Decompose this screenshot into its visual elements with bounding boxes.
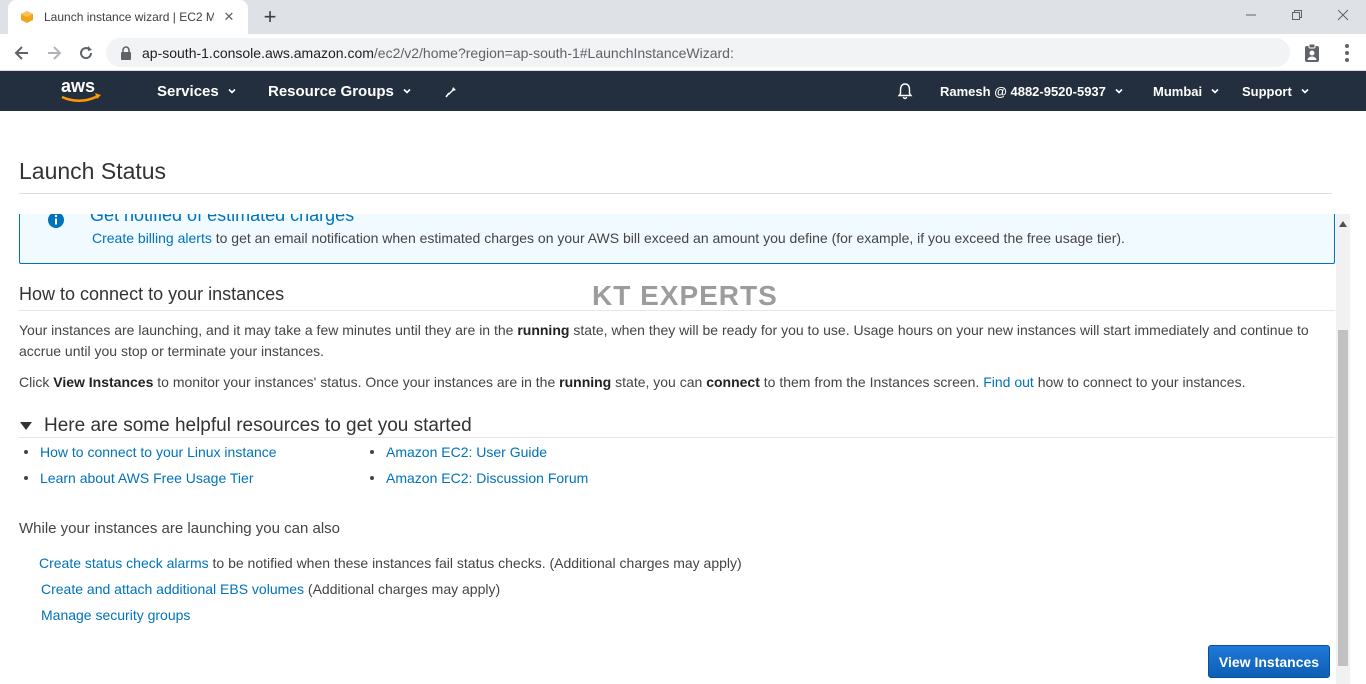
account-label: Ramesh @ 4882-9520-5937 [940,83,1106,99]
resource-link-user-guide[interactable]: Amazon EC2: User Guide [370,444,547,460]
kebab-menu-icon[interactable] [1336,42,1358,64]
billing-alert-info-box: Get notified of estimated charges Create… [19,214,1335,264]
find-out-link[interactable]: Find out [983,374,1034,390]
browser-tabstrip: Launch instance wizard | EC2 Management … [0,0,1366,34]
url-text: ap-south-1.console.aws.amazon.com/ec2/v2… [142,44,734,61]
close-window-icon[interactable] [1320,0,1366,30]
services-label: Services [157,82,219,100]
address-bar[interactable]: ap-south-1.console.aws.amazon.com/ec2/v2… [106,38,1290,67]
lock-icon [121,45,131,60]
content-scrollbar[interactable] [1336,214,1350,684]
support-label: Support [1242,83,1292,99]
security-groups-row: Manage security groups [41,607,190,623]
browser-toolbar: ap-south-1.console.aws.amazon.com/ec2/v2… [0,34,1366,71]
create-ebs-volumes-link[interactable]: Create and attach additional EBS volumes [41,581,304,597]
extension-clipboard-icon[interactable] [1301,42,1323,64]
page-title: Launch Status [19,158,167,184]
resource-link-discussion-forum[interactable]: Amazon EC2: Discussion Forum [370,470,588,486]
resources-section-toggle[interactable]: Here are some helpful resources to get y… [20,415,472,437]
account-menu[interactable]: Ramesh @ 4882-9520-5937 [940,71,1123,111]
watermark: KT EXPERTS [592,280,778,311]
minimize-icon[interactable] [1228,0,1274,30]
reload-icon[interactable] [73,40,99,66]
region-menu[interactable]: Mumbai [1153,71,1219,111]
back-icon[interactable] [9,40,35,66]
tab-title: Launch instance wizard | EC2 Management … [44,10,214,24]
scroll-up-arrow-icon[interactable] [1336,218,1350,230]
resource-groups-menu[interactable]: Resource Groups [268,71,411,111]
resources-divider [19,437,1335,438]
status-alarms-row: Create status check alarms to be notifie… [39,555,742,571]
resource-groups-label: Resource Groups [268,82,394,100]
close-tab-icon[interactable]: ✕ [220,8,238,26]
view-instances-paragraph: Click View Instances to monitor your ins… [19,374,1246,390]
title-divider [19,193,1332,194]
resource-link-linux[interactable]: How to connect to your Linux instance [24,444,277,460]
new-tab-button[interactable]: + [258,5,282,29]
ebs-volumes-row: Create and attach additional EBS volumes… [41,581,501,597]
manage-security-groups-link[interactable]: Manage security groups [41,607,190,623]
info-text: Create billing alerts to get an email no… [92,230,1125,246]
scrollbar-thumb[interactable] [1338,330,1348,666]
resource-link-free-tier[interactable]: Learn about AWS Free Usage Tier [24,470,253,486]
chevron-down-icon [1115,88,1123,94]
region-label: Mumbai [1153,83,1203,99]
chevron-down-icon [403,88,411,94]
aws-console-nav: aws Services Resource Groups Ramesh @ 48… [0,71,1366,111]
caret-down-icon [20,422,32,430]
chevron-down-icon [1211,88,1219,94]
view-instances-button[interactable]: View Instances [1208,645,1330,678]
aws-logo[interactable]: aws [58,77,104,105]
info-heading: Get notified of estimated charges [90,214,355,225]
create-billing-alerts-link[interactable]: Create billing alerts [92,230,212,246]
info-icon [48,214,64,228]
svg-text:aws: aws [61,77,95,96]
support-menu[interactable]: Support [1242,71,1309,111]
connect-heading: How to connect to your instances [19,284,285,304]
launching-paragraph: Your instances are launching, and it may… [19,322,1309,359]
notifications-button[interactable] [896,71,914,111]
while-launching-heading: While your instances are launching you c… [19,520,341,537]
restore-icon[interactable] [1274,0,1320,30]
resources-heading: Here are some helpful resources to get y… [44,415,472,436]
pin-icon [445,84,456,98]
bell-icon [897,83,913,100]
services-menu[interactable]: Services [157,71,236,111]
forward-icon[interactable] [41,40,67,66]
chevron-down-icon [1301,88,1309,94]
pin-button[interactable] [444,71,460,111]
chevron-down-icon [228,88,236,94]
content-scroll-region[interactable]: Get notified of estimated charges Create… [0,214,1336,684]
info-description: to get an email notification when estima… [211,230,1125,246]
browser-tab[interactable]: Launch instance wizard | EC2 Management … [8,0,248,34]
create-status-check-alarms-link[interactable]: Create status check alarms [39,555,209,571]
aws-favicon-icon [21,11,33,23]
section-divider [19,310,1335,311]
